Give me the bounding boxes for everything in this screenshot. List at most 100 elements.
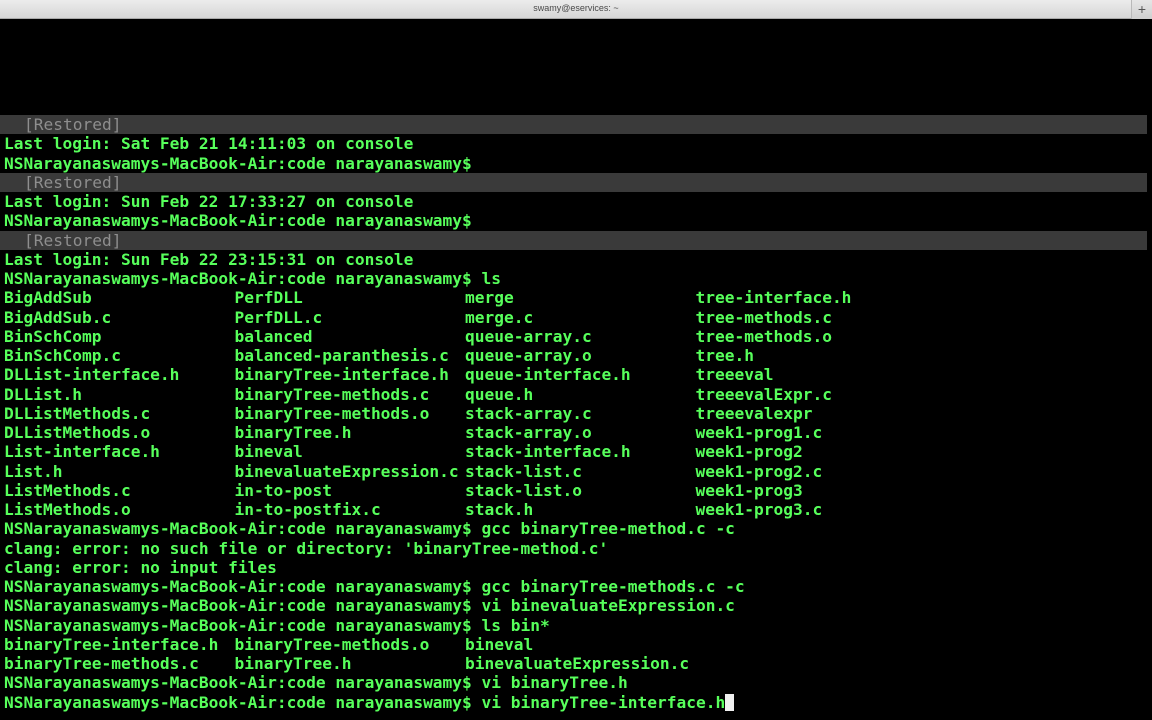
file-entry: List-interface.h <box>4 442 160 462</box>
current-prompt-line[interactable]: NSNarayanaswamys-MacBook-Air:code naraya… <box>0 693 1152 712</box>
title-bar[interactable]: swamy@eservices: ~ + <box>0 0 1152 19</box>
file-entry: stack-array.o <box>465 423 592 442</box>
file-entry: ListMethods.c <box>4 480 131 500</box>
file-entry: BinSchComp <box>4 326 102 346</box>
file-entry: queue-interface.h <box>465 365 631 385</box>
file-entry: ListMethods.o <box>4 500 131 519</box>
file-entry: binaryTree-methods.c <box>234 384 430 404</box>
file-entry: DLList.h <box>4 384 82 404</box>
listing-row: ListMethods.o in-to-postfix.c stack.h week1… <box>0 500 1152 519</box>
file-entry: bineval <box>465 634 534 654</box>
file-entry: queue-array.o <box>465 346 592 365</box>
restored-banner: [Restored] <box>0 172 1147 192</box>
prompt: NSNarayanaswamys-MacBook-Air:code naraya… <box>4 519 472 539</box>
listing-row: BigAddSub PerfDLL merge tree-interface.h <box>0 288 1152 307</box>
file-entry: tree-methods.o <box>695 326 832 346</box>
file-entry: DLListMethods.c <box>4 403 151 423</box>
new-tab-button[interactable]: + <box>1131 0 1152 19</box>
file-entry: in-to-post <box>234 480 332 500</box>
file-entry: tree.h <box>695 346 754 365</box>
file-entry: PerfDLL <box>234 288 303 308</box>
file-entry: binaryTree-methods.c <box>4 654 199 673</box>
terminal-window: swamy@eservices: ~ + [Restored] Last log… <box>0 0 1152 720</box>
file-entry: BinSchComp.c <box>4 346 121 365</box>
prompt: NSNarayanaswamys-MacBook-Air:code naraya… <box>4 692 472 712</box>
listing-row: List-interface.h bineval stack-interface.h… <box>0 442 1152 461</box>
file-entry: BigAddSub.c <box>4 307 112 327</box>
prompt-line: NSNarayanaswamys-MacBook-Air:code naraya… <box>0 673 1152 692</box>
file-entry: PerfDLL.c <box>234 307 323 327</box>
file-entry: List.h <box>4 461 63 481</box>
restored-banner: [Restored] <box>0 115 1147 135</box>
file-entry: tree-interface.h <box>695 288 852 308</box>
command: gcc binaryTree-method.c -c <box>471 519 735 539</box>
ls-listing: BigAddSub PerfDLL merge tree-interface.h Big… <box>0 288 1152 519</box>
file-entry: stack-list.o <box>465 480 582 500</box>
command: vi binaryTree.h <box>471 673 628 693</box>
last-login-line: Last login: Sat Feb 21 14:11:03 on conso… <box>4 134 414 154</box>
file-entry: binaryTree-interface.h <box>4 634 219 654</box>
listing-row: List.h binevaluateExpression.c stack-list.… <box>0 462 1152 481</box>
text-cursor <box>725 693 735 711</box>
prompt-line: NSNarayanaswamys-MacBook-Air:code naraya… <box>0 519 1152 538</box>
file-entry: treeeval <box>695 365 774 385</box>
file-entry: binaryTree-interface.h <box>234 365 449 385</box>
file-entry: week1-prog1.c <box>695 423 823 442</box>
terminal-output[interactable]: [Restored] Last login: Sat Feb 21 14:11:… <box>0 115 1152 720</box>
listing-row: binaryTree-interface.h binaryTree-methods… <box>0 635 1152 654</box>
last-login-line: Last login: Sun Feb 22 23:15:31 on conso… <box>4 249 414 269</box>
file-entry: stack-list.c <box>465 461 582 481</box>
file-entry: balanced <box>234 326 313 346</box>
listing-row: ListMethods.c in-to-post stack-list.o week1… <box>0 481 1152 500</box>
last-login-line: Last login: Sun Feb 22 17:33:27 on conso… <box>4 192 414 211</box>
listing-row: DLListMethods.c binaryTree-methods.o stack… <box>0 404 1152 423</box>
file-entry: week1-prog2 <box>695 442 803 462</box>
listing-row: DLList-interface.h binaryTree-interface.h… <box>0 365 1152 384</box>
file-entry: binaryTree.h <box>234 423 352 442</box>
file-entry: binaryTree-methods.o <box>234 634 430 654</box>
command: gcc binaryTree-methods.c -c <box>471 577 745 596</box>
file-entry: bineval <box>234 442 303 462</box>
listing-row: BinSchComp.c balanced-paranthesis.c queue-… <box>0 346 1152 365</box>
restored-banner: [Restored] <box>0 230 1147 250</box>
prompt: NSNarayanaswamys-MacBook-Air:code naraya… <box>4 269 472 288</box>
listing-row: BinSchComp balanced queue-array.c tree-meth… <box>0 327 1152 346</box>
prompt-line: NSNarayanaswamys-MacBook-Air:code naraya… <box>0 269 1152 288</box>
file-entry: DLList-interface.h <box>4 365 180 385</box>
file-entry: week1-prog2.c <box>695 461 823 481</box>
file-entry: stack-array.c <box>465 403 592 423</box>
prompt-line: NSNarayanaswamys-MacBook-Air:code naraya… <box>0 596 1152 615</box>
error-line: clang: error: no input files <box>4 557 277 577</box>
error-line: clang: error: no such file or directory:… <box>4 538 609 558</box>
prompt: NSNarayanaswamys-MacBook-Air:code naraya… <box>4 211 472 231</box>
prompt-line: NSNarayanaswamys-MacBook-Air:code naraya… <box>0 211 1152 230</box>
file-entry: binaryTree-methods.o <box>234 403 430 423</box>
file-entry: queue.h <box>465 384 534 404</box>
listing-row: DLList.h binaryTree-methods.c queue.h treee… <box>0 385 1152 404</box>
file-entry: binevaluateExpression.c <box>465 654 690 673</box>
prompt-line: NSNarayanaswamys-MacBook-Air:code naraya… <box>0 616 1152 635</box>
file-entry: merge.c <box>465 307 534 327</box>
file-entry: binaryTree.h <box>234 654 352 673</box>
file-entry: stack.h <box>465 500 534 519</box>
file-entry: merge <box>465 288 514 308</box>
prompt: NSNarayanaswamys-MacBook-Air:code naraya… <box>4 577 472 596</box>
file-entry: treeevalexpr <box>695 403 813 423</box>
file-entry: queue-array.c <box>465 326 592 346</box>
prompt: NSNarayanaswamys-MacBook-Air:code naraya… <box>4 596 472 616</box>
listing-row: BigAddSub.c PerfDLL.c merge.c tree-methods.… <box>0 308 1152 327</box>
file-entry: balanced-paranthesis.c <box>234 346 449 365</box>
file-entry: tree-methods.c <box>695 307 832 327</box>
listing-row: binaryTree-methods.c binaryTree.h binevalu… <box>0 654 1152 673</box>
prompt: NSNarayanaswamys-MacBook-Air:code naraya… <box>4 153 472 173</box>
file-entry: binevaluateExpression.c <box>234 461 459 481</box>
ls-bin-listing: binaryTree-interface.h binaryTree-methods… <box>0 635 1152 674</box>
file-entry: stack-interface.h <box>465 442 631 462</box>
command: vi binevaluateExpression.c <box>471 596 735 616</box>
command-input[interactable]: vi binaryTree-interface.h <box>472 693 726 712</box>
listing-row: DLListMethods.o binaryTree.h stack-array.o… <box>0 423 1152 442</box>
file-entry: week1-prog3 <box>695 480 803 500</box>
prompt-line: NSNarayanaswamys-MacBook-Air:code naraya… <box>0 577 1152 596</box>
command: ls bin* <box>471 615 550 635</box>
prompt: NSNarayanaswamys-MacBook-Air:code naraya… <box>4 615 472 635</box>
